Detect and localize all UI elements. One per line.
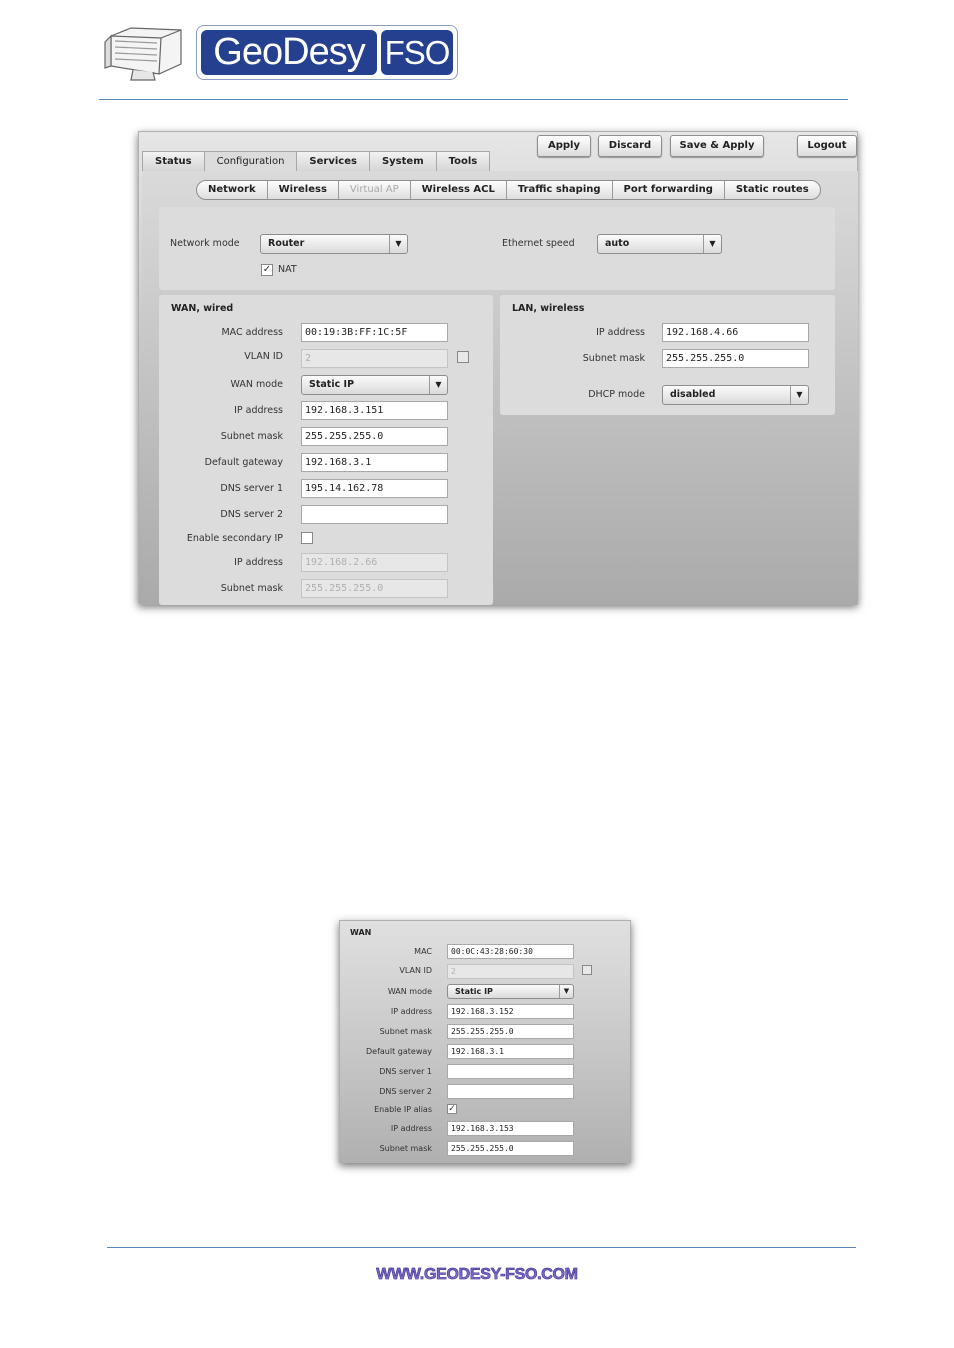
wan-alias-screenshot: WAN MAC 00:0C:43:28:60:30 VLAN ID 2 WAN …: [339, 920, 631, 1163]
save-apply-button[interactable]: Save & Apply: [670, 135, 764, 157]
mac-label: MAC: [414, 947, 432, 956]
dhcp-mode-select[interactable]: disabled ▼: [662, 385, 809, 405]
dns-server-1-label: DNS server 1: [379, 1067, 432, 1076]
ip-address-input[interactable]: 192.168.3.152: [447, 1004, 574, 1019]
vlan-enable-checkbox[interactable]: [582, 965, 592, 975]
logo-geodesy: GeoDesy: [201, 30, 377, 75]
header-divider: [99, 99, 848, 100]
nat-checkbox[interactable]: ✓: [261, 264, 273, 276]
default-gateway-label: Default gateway: [204, 457, 283, 468]
lan-subnet-mask-label: Subnet mask: [582, 353, 645, 364]
dns-server-1-input[interactable]: 195.14.162.78: [301, 479, 448, 498]
dhcp-mode-value: disabled: [670, 389, 716, 400]
vlan-enable-checkbox[interactable]: [457, 351, 469, 363]
logo-fso: FSO: [381, 30, 453, 75]
network-mode-label: Network mode: [170, 238, 240, 249]
wan-mode-label: WAN mode: [230, 379, 283, 390]
main-tabs: Status Configuration Services System Too…: [142, 151, 491, 172]
vlan-id-input[interactable]: 2: [301, 349, 448, 368]
network-subtabs: Network Wireless Virtual AP Wireless ACL…: [196, 180, 821, 200]
enable-ip-alias-checkbox[interactable]: ✓: [447, 1104, 457, 1114]
lan-subnet-mask-input[interactable]: 255.255.255.0: [662, 349, 809, 368]
wan-mode-select[interactable]: Static IP ▼: [447, 984, 574, 999]
chevron-down-icon: ▼: [429, 376, 447, 394]
dhcp-mode-label: DHCP mode: [588, 389, 645, 400]
ethernet-speed-label: Ethernet speed: [502, 238, 575, 249]
wan-mode-value: Static IP: [455, 987, 493, 996]
website-url[interactable]: WWW.GEODESY-FSO.COM: [0, 1266, 954, 1284]
secondary-subnet-mask-label: Subnet mask: [220, 583, 283, 594]
config-network-screenshot: Status Configuration Services System Too…: [138, 131, 858, 605]
vlan-id-label: VLAN ID: [399, 966, 432, 975]
nat-label: NAT: [278, 264, 297, 275]
secondary-subnet-mask-input[interactable]: 255.255.255.0: [301, 579, 448, 598]
default-gateway-input[interactable]: 192.168.3.1: [301, 453, 448, 472]
chevron-down-icon: ▼: [559, 985, 573, 998]
alias-ip-address-label: IP address: [390, 1124, 432, 1133]
chevron-down-icon: ▼: [389, 235, 407, 253]
subtab-port-forwarding[interactable]: Port forwarding: [611, 181, 724, 199]
tab-services[interactable]: Services: [296, 151, 369, 172]
apply-button[interactable]: Apply: [537, 135, 591, 157]
fso-device-icon: [103, 24, 187, 86]
discard-button[interactable]: Discard: [598, 135, 662, 157]
subnet-mask-label: Subnet mask: [379, 1027, 432, 1036]
default-gateway-label: Default gateway: [366, 1047, 432, 1056]
lan-ip-address-label: IP address: [596, 327, 645, 338]
tab-tools[interactable]: Tools: [435, 151, 491, 172]
secondary-ip-address-label: IP address: [234, 557, 283, 568]
ethernet-speed-select[interactable]: auto ▼: [597, 234, 722, 254]
wan-mode-select[interactable]: Static IP ▼: [301, 375, 448, 395]
network-mode-value: Router: [268, 238, 305, 249]
wan-mode-label: WAN mode: [387, 987, 432, 996]
enable-secondary-ip-checkbox[interactable]: [301, 532, 313, 544]
subnet-mask-label: Subnet mask: [220, 431, 283, 442]
chevron-down-icon: ▼: [790, 386, 808, 404]
lan-title: LAN, wireless: [512, 303, 585, 314]
tab-system[interactable]: System: [368, 151, 436, 172]
alias-subnet-mask-label: Subnet mask: [379, 1144, 432, 1153]
tab-configuration[interactable]: Configuration: [203, 151, 297, 172]
mac-address-input[interactable]: 00:19:3B:FF:1C:5F: [301, 323, 448, 342]
dns-server-1-input[interactable]: [447, 1064, 574, 1079]
wan-title: WAN, wired: [171, 303, 234, 314]
subnet-mask-input[interactable]: 255.255.255.0: [301, 427, 448, 446]
enable-secondary-ip-label: Enable secondary IP: [186, 533, 283, 544]
subtab-network[interactable]: Network: [197, 181, 267, 199]
secondary-ip-address-input[interactable]: 192.168.2.66: [301, 553, 448, 572]
ip-address-input[interactable]: 192.168.3.151: [301, 401, 448, 420]
dns-server-2-label: DNS server 2: [379, 1087, 432, 1096]
subtab-traffic-shaping[interactable]: Traffic shaping: [505, 181, 612, 199]
ip-address-label: IP address: [234, 405, 283, 416]
vlan-id-input[interactable]: 2: [447, 964, 574, 979]
subtab-virtual-ap[interactable]: Virtual AP: [337, 181, 410, 199]
footer-divider: [107, 1247, 856, 1248]
dns-server-2-input[interactable]: [301, 505, 448, 524]
alias-subnet-mask-input[interactable]: 255.255.255.0: [447, 1141, 574, 1156]
vlan-id-label: VLAN ID: [244, 351, 283, 362]
network-mode-select[interactable]: Router ▼: [260, 234, 408, 254]
tab-status[interactable]: Status: [142, 151, 204, 172]
ethernet-speed-value: auto: [605, 238, 630, 249]
dns-server-2-label: DNS server 2: [220, 509, 283, 520]
dns-server-2-input[interactable]: [447, 1084, 574, 1099]
alias-ip-address-input[interactable]: 192.168.3.153: [447, 1121, 574, 1136]
subtab-static-routes[interactable]: Static routes: [723, 181, 820, 199]
mac-input[interactable]: 00:0C:43:28:60:30: [447, 944, 574, 959]
enable-ip-alias-label: Enable IP alias: [374, 1105, 432, 1114]
wan-title: WAN: [350, 928, 372, 937]
website-url-text[interactable]: WWW.GEODESY-FSO.COM: [376, 1266, 578, 1284]
wan-mode-value: Static IP: [309, 379, 355, 390]
subnet-mask-input[interactable]: 255.255.255.0: [447, 1024, 574, 1039]
chevron-down-icon: ▼: [703, 235, 721, 253]
default-gateway-input[interactable]: 192.168.3.1: [447, 1044, 574, 1059]
subtab-wireless-acl[interactable]: Wireless ACL: [409, 181, 506, 199]
dns-server-1-label: DNS server 1: [220, 483, 283, 494]
ip-address-label: IP address: [390, 1007, 432, 1016]
lan-ip-address-input[interactable]: 192.168.4.66: [662, 323, 809, 342]
subtab-wireless[interactable]: Wireless: [266, 181, 338, 199]
logout-button[interactable]: Logout: [797, 135, 857, 157]
mac-address-label: MAC address: [221, 327, 283, 338]
